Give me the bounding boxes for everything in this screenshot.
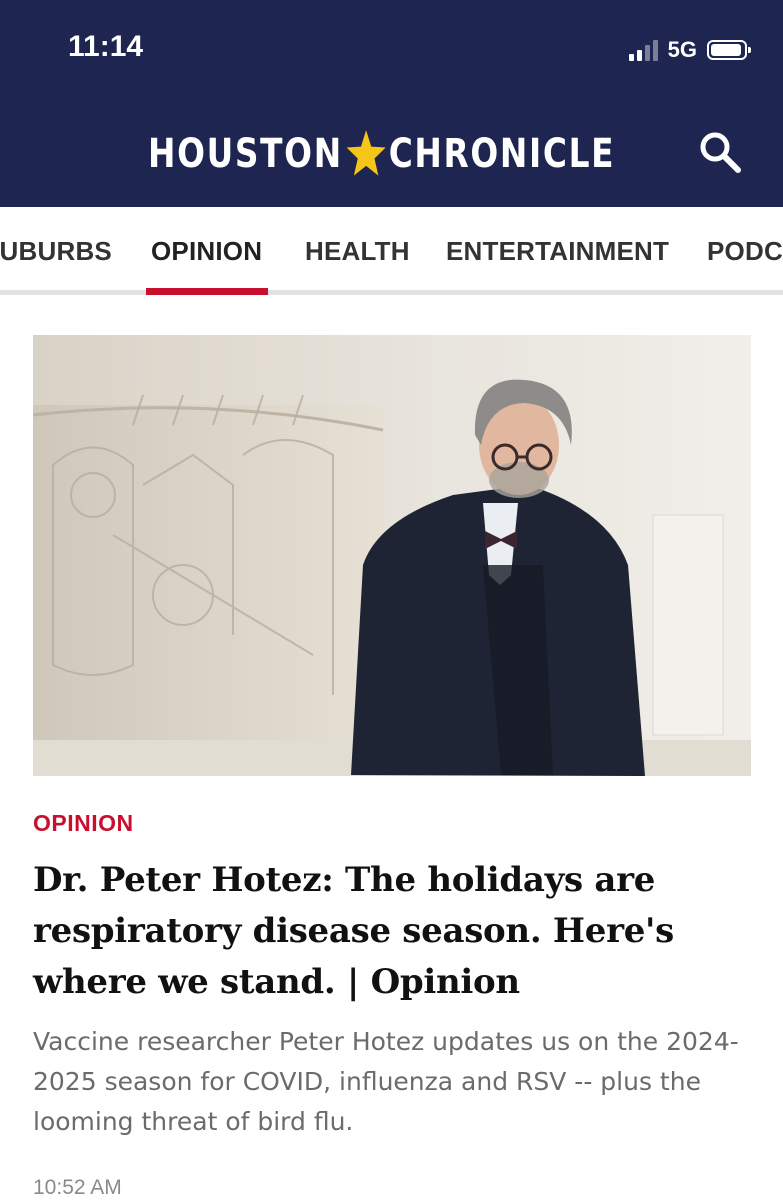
nav-item-opinion[interactable]: OPINION: [151, 236, 262, 267]
status-time: 11:14: [68, 30, 144, 63]
nav-item-health[interactable]: HEALTH: [305, 236, 410, 267]
nav-active-indicator: [146, 288, 268, 295]
nav-item-entertainment[interactable]: ENTERTAINMENT: [446, 236, 669, 267]
battery-icon: [707, 40, 751, 60]
network-label: 5G: [667, 37, 697, 62]
app-header: 11:14 5G HOUSTON CHRONICLE: [0, 0, 783, 207]
status-icons: 5G: [628, 36, 751, 64]
article-timestamp: 10:52 AM: [33, 1176, 122, 1199]
star-icon: [346, 130, 386, 176]
logo-text-left: HOUSTON: [148, 131, 343, 177]
article-summary: Vaccine researcher Peter Hotez updates u…: [33, 1027, 739, 1136]
signal-icon: [628, 39, 658, 61]
nav-item-podcasts[interactable]: PODCASTS: [707, 236, 783, 267]
site-logo[interactable]: HOUSTON CHRONICLE: [148, 124, 615, 184]
logo-text-right: CHRONICLE: [388, 131, 616, 177]
article-headline[interactable]: Dr. Peter Hotez: The holidays are respir…: [33, 855, 743, 1008]
article-kicker[interactable]: OPINION: [33, 810, 134, 837]
nav-divider: [0, 290, 783, 295]
nav-item-suburbs[interactable]: SUBURBS: [0, 236, 112, 267]
search-icon[interactable]: [696, 128, 744, 176]
article-hero-image[interactable]: [33, 335, 751, 776]
section-nav: SUBURBS OPINION HEALTH ENTERTAINMENT POD…: [0, 207, 783, 295]
